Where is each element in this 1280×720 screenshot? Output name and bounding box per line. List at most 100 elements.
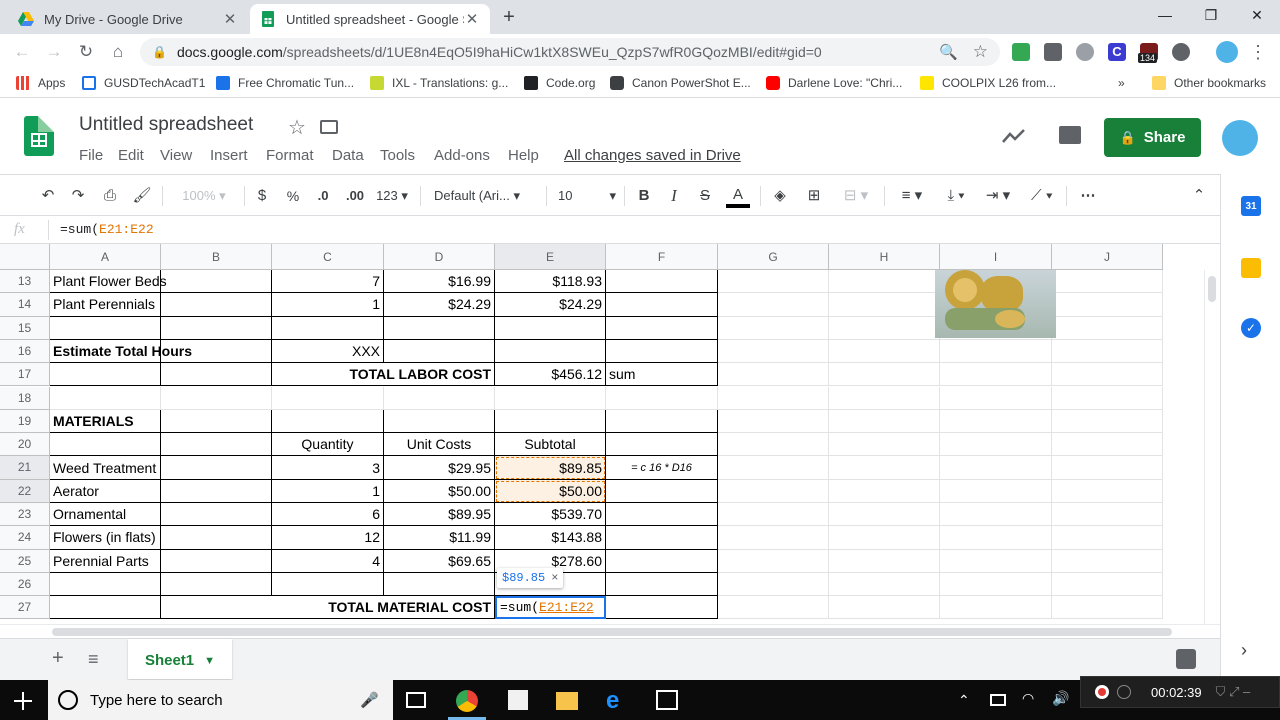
sheets-home-logo[interactable]	[24, 116, 54, 156]
cell-I26[interactable]	[940, 572, 1052, 597]
cell-B21[interactable]	[161, 456, 272, 480]
row-header[interactable]: 15	[0, 316, 50, 340]
cell-E14[interactable]: $24.29	[495, 293, 606, 317]
horizontal-align-icon[interactable]: ≡ ▾	[894, 186, 930, 206]
bookmark-coolpix[interactable]: COOLPIX L26 from...	[920, 76, 1056, 90]
cell-D13[interactable]: $16.99	[384, 270, 495, 294]
cell-A26[interactable]	[50, 572, 161, 597]
cell-H14[interactable]	[829, 293, 940, 317]
cell-I19[interactable]	[940, 409, 1052, 434]
cell-G21[interactable]	[718, 456, 829, 480]
extension-screen-icon[interactable]	[1044, 43, 1062, 61]
cell-F18[interactable]	[606, 386, 718, 410]
cell-A23[interactable]: Ornamental	[50, 503, 161, 527]
activity-trend-icon[interactable]	[1002, 126, 1026, 146]
column-header[interactable]: D	[384, 244, 495, 270]
tab-my-drive[interactable]: My Drive - Google Drive ✕	[8, 4, 248, 34]
cell-G20[interactable]	[718, 433, 829, 457]
horizontal-scroll-thumb[interactable]	[52, 628, 1172, 636]
cell-J18[interactable]	[1052, 386, 1163, 410]
cell-D20[interactable]: Unit Costs	[384, 433, 495, 457]
row-header[interactable]: 22	[0, 479, 50, 503]
lion-image[interactable]	[935, 270, 1056, 338]
cell-D14[interactable]: $24.29	[384, 293, 495, 317]
cell-A24[interactable]: Flowers (in flats)	[50, 526, 161, 550]
row-header[interactable]: 27	[0, 596, 50, 620]
cell-D15[interactable]	[384, 316, 495, 340]
extension-classroom-icon[interactable]	[1012, 43, 1030, 61]
cell-C19[interactable]	[272, 409, 384, 434]
minimize-window-button[interactable]: —	[1142, 0, 1188, 30]
cell-J20[interactable]	[1052, 433, 1163, 457]
cell-E23[interactable]: $539.70	[495, 503, 606, 527]
cell-H25[interactable]	[829, 549, 940, 573]
cell-A20[interactable]	[50, 433, 161, 457]
back-arrow-icon[interactable]: ←	[12, 42, 32, 62]
column-header[interactable]: A	[50, 244, 161, 270]
cell-A21[interactable]: Weed Treatment	[50, 456, 161, 480]
document-title[interactable]: Untitled spreadsheet	[79, 114, 253, 136]
cell-C25[interactable]: 4	[272, 549, 384, 573]
cell-B17[interactable]	[161, 363, 272, 387]
more-formats-select[interactable]: 123 ▾	[372, 186, 412, 206]
cell-E21[interactable]: $89.85	[495, 456, 606, 480]
cell-H24[interactable]	[829, 526, 940, 550]
cell-E22[interactable]: $50.00	[495, 479, 606, 503]
cell-I23[interactable]	[940, 503, 1052, 527]
cell-C13[interactable]: 7	[272, 270, 384, 294]
bookmark-darlene[interactable]: Darlene Love: "Chri...	[766, 76, 902, 90]
cell-B15[interactable]	[161, 316, 272, 340]
cell-B26[interactable]	[161, 572, 272, 597]
cell-A27[interactable]	[50, 596, 161, 620]
column-header[interactable]: J	[1052, 244, 1163, 270]
text-color-button[interactable]: A	[726, 186, 750, 208]
zoom-search-icon[interactable]: 🔍	[939, 43, 958, 61]
cell-J14[interactable]	[1052, 293, 1163, 317]
battery-icon[interactable]	[990, 694, 1006, 706]
cell-H21[interactable]	[829, 456, 940, 480]
cell-D23[interactable]: $89.95	[384, 503, 495, 527]
cell-I17[interactable]	[940, 363, 1052, 387]
row-header[interactable]: 14	[0, 293, 50, 317]
cell-G13[interactable]	[718, 270, 829, 294]
task-view-icon[interactable]	[406, 692, 426, 708]
explore-icon[interactable]	[1176, 649, 1196, 669]
cell-F20[interactable]	[606, 433, 718, 457]
bookmark-codeorg[interactable]: Code.org	[524, 76, 595, 90]
cell-H13[interactable]	[829, 270, 940, 294]
vertical-align-icon[interactable]: ⤓ ▾	[938, 186, 974, 206]
cell-F26[interactable]	[606, 572, 718, 597]
profile-avatar[interactable]	[1216, 41, 1238, 63]
forward-arrow-icon[interactable]: →	[44, 42, 64, 62]
file-explorer-icon[interactable]	[556, 692, 578, 710]
wifi-icon[interactable]: ◠	[1022, 690, 1034, 707]
cell-D16[interactable]	[384, 339, 495, 364]
menu-data[interactable]: Data	[332, 147, 364, 164]
cell-D25[interactable]: $69.65	[384, 549, 495, 573]
cell-H15[interactable]	[829, 316, 940, 340]
cell-F27[interactable]	[606, 596, 718, 620]
cell-C16[interactable]: XXX	[272, 339, 384, 364]
close-tab-icon[interactable]: ✕	[222, 10, 238, 28]
cell-G14[interactable]	[718, 293, 829, 317]
cell-E13[interactable]: $118.93	[495, 270, 606, 294]
horizontal-scroll-track[interactable]	[0, 624, 1220, 638]
menu-view[interactable]: View	[160, 147, 192, 164]
cell-C23[interactable]: 6	[272, 503, 384, 527]
edge-icon[interactable]: e	[606, 689, 628, 713]
keep-icon[interactable]	[1241, 258, 1261, 278]
cell-B16[interactable]	[161, 339, 272, 364]
cell-J15[interactable]	[1052, 316, 1163, 340]
comments-icon[interactable]	[1059, 126, 1081, 144]
menu-tools[interactable]: Tools	[380, 147, 415, 164]
cell-C24[interactable]: 12	[272, 526, 384, 550]
cell-B24[interactable]	[161, 526, 272, 550]
bookmark-gusd[interactable]: GUSDTechAcadT1	[82, 76, 205, 90]
cell-J16[interactable]	[1052, 339, 1163, 364]
column-header[interactable]: H	[829, 244, 940, 270]
cell-J19[interactable]	[1052, 409, 1163, 434]
cell-H16[interactable]	[829, 339, 940, 364]
more-options-icon[interactable]: ⋯	[1076, 186, 1100, 206]
italic-button[interactable]: I	[666, 186, 682, 206]
cell-E19[interactable]	[495, 409, 606, 434]
